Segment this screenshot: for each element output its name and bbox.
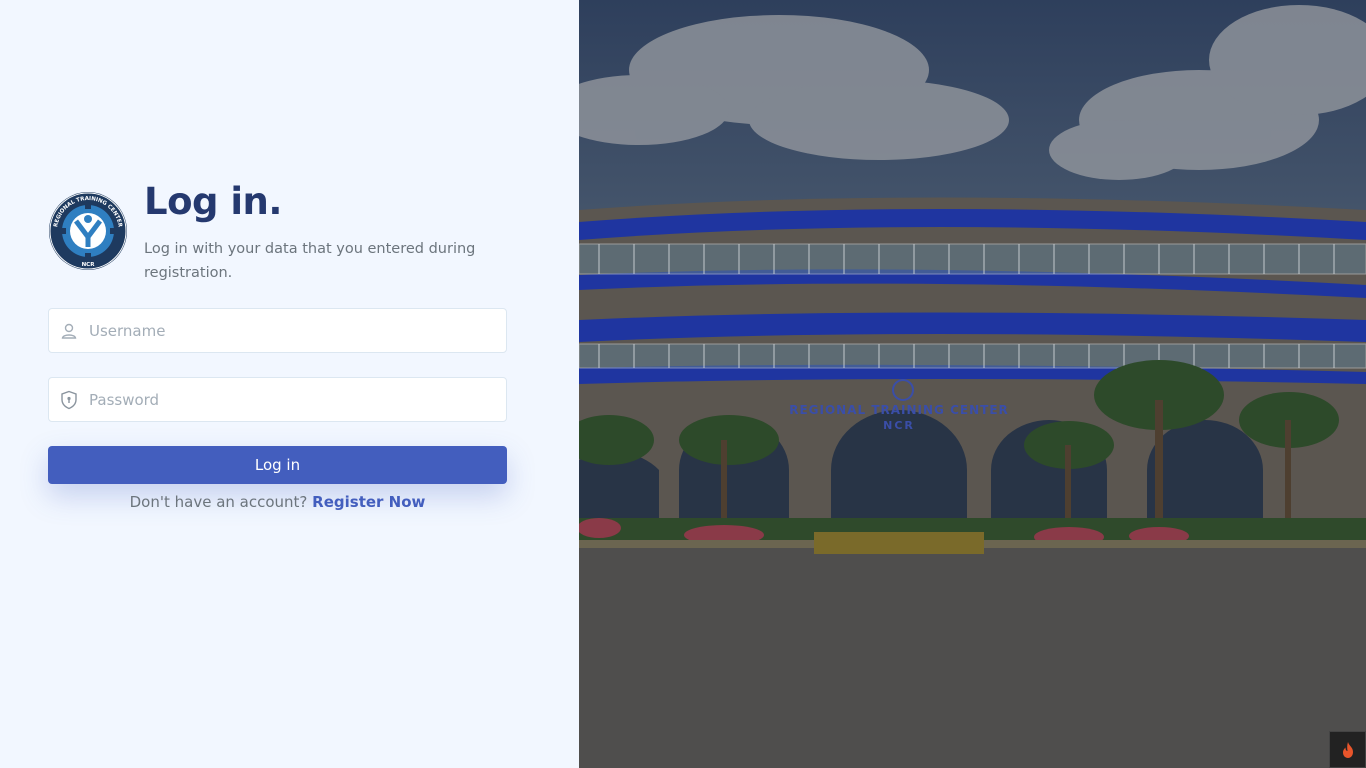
svg-text:NCR: NCR	[82, 262, 96, 268]
login-panel: REGIONAL TRAINING CENTER NCR Log in. Log…	[0, 0, 579, 768]
register-link[interactable]: Register Now	[312, 493, 425, 511]
fab-button[interactable]	[1329, 731, 1366, 768]
building-sign-sub: NCR	[883, 419, 915, 432]
building-photo: REGIONAL TRAINING CENTER NCR	[579, 0, 1366, 768]
shield-icon	[49, 390, 89, 410]
password-input[interactable]	[89, 378, 506, 421]
building-sign: REGIONAL TRAINING CENTER	[789, 403, 1009, 417]
hero-image: REGIONAL TRAINING CENTER NCR	[579, 0, 1366, 768]
register-prompt-text: Don't have an account?	[129, 493, 308, 511]
login-button[interactable]: Log in	[48, 446, 507, 484]
page-subtitle: Log in with your data that you entered d…	[144, 241, 476, 281]
fire-icon	[1342, 741, 1353, 758]
password-field[interactable]	[48, 377, 507, 422]
logo: REGIONAL TRAINING CENTER NCR	[49, 192, 127, 270]
username-input[interactable]	[89, 309, 506, 352]
user-icon	[49, 322, 89, 340]
register-prompt: Don't have an account? Register Now	[48, 493, 507, 511]
username-field[interactable]	[48, 308, 507, 353]
page-title: Log in.	[144, 180, 282, 223]
